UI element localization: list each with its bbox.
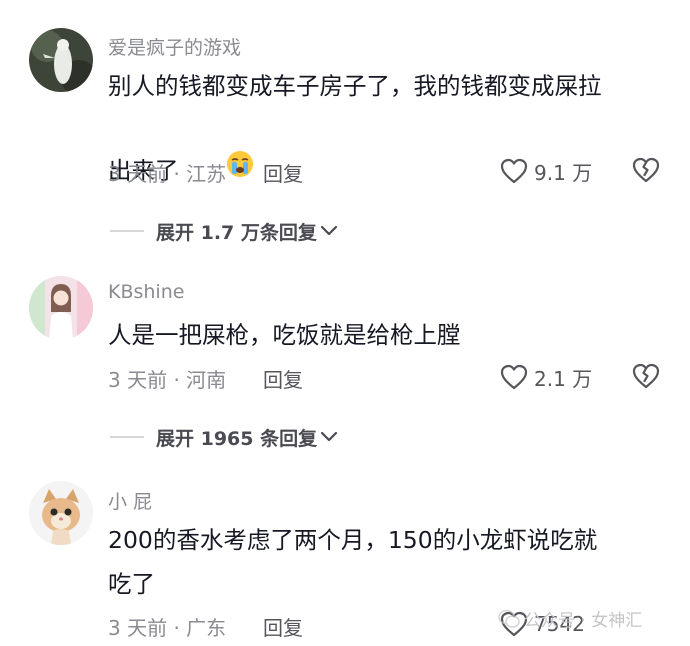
reply-button[interactable]: 回复 [263, 364, 303, 393]
comment-time-location: 3 天前 · 江苏 [108, 162, 227, 186]
like-button[interactable]: 9.1 万 [500, 156, 592, 186]
comment-time-location: 3 天前 · 广东 [108, 616, 227, 640]
comment-text: 人是一把屎枪，吃饭就是给枪上膛 [108, 321, 461, 349]
dislike-button[interactable] [631, 362, 661, 392]
reply-button[interactable]: 回复 [263, 158, 303, 187]
avatar[interactable] [29, 276, 93, 340]
comment-text: 200的香水考虑了两个月，150的小龙虾说吃就 吃了 [108, 526, 598, 598]
chevron-down-icon [321, 431, 338, 442]
expand-replies-button[interactable]: 展开 1.7 万条回复 [110, 216, 338, 246]
comment-time-location: 3 天前 · 河南 [108, 368, 227, 392]
wechat-icon [498, 609, 520, 628]
like-button[interactable]: 2.1 万 [500, 362, 592, 392]
dislike-button[interactable] [631, 156, 661, 186]
like-count: 9.1 万 [534, 160, 593, 185]
username[interactable]: 爱是疯子的游戏 [108, 33, 241, 60]
broken-heart-icon [632, 363, 660, 389]
comment-text: 别人的钱都变成车子房子了，我的钱都变成屎拉 出来了 [108, 64, 668, 236]
chevron-down-icon [320, 225, 337, 236]
expand-replies-label: 展开 1965 条回复 [156, 427, 318, 450]
avatar[interactable] [29, 481, 93, 545]
watermark-text: 公众号 · 女神汇 [524, 611, 643, 631]
like-count: 2.1 万 [534, 366, 593, 391]
username[interactable]: 小 屁 [108, 487, 152, 514]
divider [110, 436, 144, 438]
username[interactable]: KBshine [108, 281, 184, 303]
watermark: 公众号 · 女神汇 [498, 606, 642, 631]
heart-icon [500, 364, 528, 390]
expand-replies-label: 展开 1.7 万条回复 [156, 221, 317, 244]
expand-replies-button[interactable]: 展开 1965 条回复 [110, 422, 338, 452]
broken-heart-icon [632, 157, 660, 183]
heart-icon [500, 158, 528, 184]
reply-button[interactable]: 回复 [263, 612, 303, 641]
divider [110, 230, 144, 232]
avatar[interactable] [29, 28, 93, 92]
